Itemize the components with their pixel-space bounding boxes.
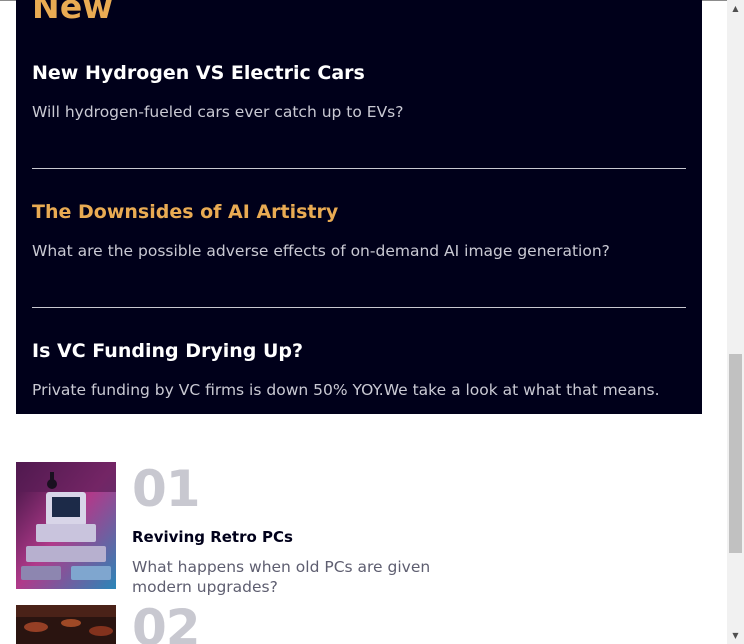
article-number: 02 — [132, 605, 201, 644]
new-article-title[interactable]: Is VC Funding Drying Up? — [32, 340, 686, 362]
divider — [32, 307, 686, 308]
article-description: What happens when old PCs are given mode… — [132, 558, 431, 596]
scroll-up-arrow-icon[interactable]: ▲ — [727, 0, 744, 17]
article-number: 01 — [132, 460, 201, 518]
new-article-item[interactable]: Is VC Funding Drying Up? Private funding… — [32, 340, 686, 399]
new-article-description: Will hydrogen-fueled cars ever catch up … — [32, 103, 404, 121]
vertical-scrollbar[interactable]: ▲ ▼ — [727, 0, 744, 644]
article-title[interactable]: Reviving Retro PCs — [132, 528, 293, 546]
numbered-article-item[interactable]: 01 Reviving Retro PCs What happens when … — [16, 460, 476, 602]
article-thumbnail[interactable] — [16, 605, 116, 644]
new-article-description: What are the possible adverse effects of… — [32, 242, 610, 260]
article-image — [16, 605, 116, 644]
retro-pc-thumbnail[interactable] — [16, 462, 116, 589]
new-article-description: Private funding by VC firms is down 50% … — [32, 381, 660, 399]
scrollbar-thumb[interactable] — [729, 354, 742, 553]
new-article-item[interactable]: New Hydrogen VS Electric Cars Will hydro… — [32, 62, 686, 121]
retro-pc-image — [16, 462, 116, 589]
new-article-item[interactable]: The Downsides of AI Artistry What are th… — [32, 201, 686, 260]
new-section-heading: New — [32, 0, 114, 26]
scroll-down-arrow-icon[interactable]: ▼ — [727, 627, 744, 644]
new-articles-panel: New New Hydrogen VS Electric Cars Will h… — [16, 0, 702, 414]
new-article-title[interactable]: New Hydrogen VS Electric Cars — [32, 62, 686, 84]
new-article-title[interactable]: The Downsides of AI Artistry — [32, 201, 686, 223]
divider — [32, 168, 686, 169]
numbered-article-item[interactable]: 02 — [16, 605, 476, 644]
